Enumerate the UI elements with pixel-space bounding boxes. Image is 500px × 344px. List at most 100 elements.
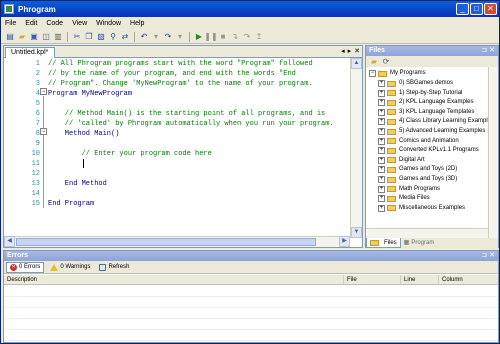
tab-program[interactable]: ▦ Program xyxy=(401,238,438,248)
save-all-icon[interactable]: ◫ xyxy=(41,32,51,42)
menu-code[interactable]: Code xyxy=(46,20,63,27)
run-icon[interactable]: ▶ xyxy=(194,32,204,42)
expand-icon[interactable]: + xyxy=(378,185,385,193)
scroll-up-icon[interactable]: ▲ xyxy=(351,58,362,69)
pin-icon[interactable]: ⊐ xyxy=(481,47,487,54)
tree-folder-item[interactable]: +0) SBGames demos xyxy=(378,79,453,88)
close-panel-icon[interactable]: ✕ xyxy=(489,47,495,54)
maximize-button[interactable]: □ xyxy=(470,3,483,15)
editor-horizontal-scrollbar[interactable]: ◀ ▶ xyxy=(4,236,350,247)
code-line[interactable]: // Program". Change 'MyNewProgram' to th… xyxy=(48,79,313,89)
tree-folder-item[interactable]: +1) Step-by-Step Tutorial xyxy=(378,89,462,98)
expand-icon[interactable]: + xyxy=(378,166,385,174)
tree-folder-item[interactable]: +4) Class Library Learning Examples xyxy=(378,117,488,126)
expand-icon[interactable]: + xyxy=(378,118,385,126)
find-icon[interactable]: ⚲ xyxy=(108,32,118,42)
expand-icon[interactable]: + xyxy=(378,137,385,145)
stop-icon[interactable]: ■ xyxy=(218,32,228,42)
save-icon[interactable]: ▣ xyxy=(29,32,39,42)
files-vertical-scrollbar[interactable] xyxy=(488,67,498,239)
tree-folder-item[interactable]: + Games and Toys (2D) xyxy=(378,165,457,174)
open-folder-icon[interactable]: ▰ xyxy=(17,32,27,42)
fold-toggle-icon[interactable]: − xyxy=(40,88,47,95)
menu-file[interactable]: File xyxy=(5,20,16,27)
code-line[interactable]: // 'called' by Phrogram automatically wh… xyxy=(48,119,334,129)
menu-help[interactable]: Help xyxy=(130,20,144,27)
minimize-button[interactable]: _ xyxy=(456,3,469,15)
expand-icon[interactable]: + xyxy=(378,80,385,87)
code-line[interactable]: // Method Main() is the starting point o… xyxy=(48,109,325,119)
redo-dropdown-icon[interactable]: ▾ xyxy=(175,32,185,42)
code-line[interactable]: // by the name of your program, and end … xyxy=(48,69,296,79)
code-line[interactable]: End Method xyxy=(48,179,107,189)
close-panel-icon[interactable]: ✕ xyxy=(489,252,495,259)
new-file-icon[interactable]: ▤ xyxy=(5,32,15,42)
files-horizontal-scrollbar[interactable] xyxy=(366,228,488,238)
expand-icon[interactable]: + xyxy=(378,147,385,155)
column-description[interactable]: Description xyxy=(4,275,344,285)
tree-folder-item[interactable]: + Media Files xyxy=(378,194,430,203)
expand-icon[interactable]: + xyxy=(378,108,385,116)
undo-dropdown-icon[interactable]: ▾ xyxy=(151,32,161,42)
expand-icon[interactable]: + xyxy=(378,89,385,97)
step-icon[interactable]: ↴ xyxy=(230,32,240,42)
menu-window[interactable]: Window xyxy=(96,20,121,27)
close-button[interactable]: ✕ xyxy=(484,3,497,15)
pause-icon[interactable]: ❚❚ xyxy=(204,32,217,42)
column-line[interactable]: Line xyxy=(401,275,439,285)
tree-folder-item[interactable]: + Miscellaneous Examples xyxy=(378,204,465,213)
expand-icon[interactable]: + xyxy=(378,128,385,135)
expand-icon[interactable]: + xyxy=(378,195,385,203)
tree-folder-item[interactable]: +3) KPL Language Templates xyxy=(378,108,474,117)
expand-icon[interactable]: + xyxy=(378,204,385,212)
code-line[interactable]: // All Phrogram programs start with the … xyxy=(48,59,313,69)
code-line[interactable]: Method Main() xyxy=(48,129,120,139)
errors-filter-button[interactable]: ✕ 0 Errors xyxy=(6,261,45,273)
column-column[interactable]: Column xyxy=(439,275,498,285)
title-bar[interactable]: Phrogram _ □ ✕ xyxy=(1,1,499,17)
fold-toggle-icon[interactable]: − xyxy=(40,128,47,135)
tree-folder-item[interactable]: + Comics and Animation xyxy=(378,137,459,146)
tab-untitled[interactable]: Untitled.kpl* xyxy=(5,47,56,58)
code-line[interactable]: End Program xyxy=(48,199,94,209)
step-out-icon[interactable]: ↥ xyxy=(254,32,264,42)
step-over-icon[interactable]: ↷ xyxy=(242,32,252,42)
tree-folder-item[interactable]: +5) Advanced Learning Examples xyxy=(378,127,485,136)
warnings-filter-button[interactable]: 0 Warnings xyxy=(47,262,93,273)
code-line[interactable]: Program MyNewProgram xyxy=(48,89,132,99)
tree-folder-item[interactable]: + Games and Toys (3D) xyxy=(378,175,457,184)
tab-files[interactable]: Files xyxy=(366,238,401,248)
menu-view[interactable]: View xyxy=(72,20,87,27)
replace-icon[interactable]: ⇄ xyxy=(120,32,130,42)
code-editor[interactable]: 1 // All Phrogram programs start with the… xyxy=(4,58,350,238)
editor-vertical-scrollbar[interactable]: ▲ ▼ xyxy=(350,58,362,238)
scroll-left-icon[interactable]: ◀ xyxy=(4,236,15,247)
tree-root[interactable]: − My Programs xyxy=(369,69,426,78)
tree-folder-item[interactable]: +2) KPL Language Examples xyxy=(378,98,474,107)
undo-icon[interactable]: ↶ xyxy=(139,32,149,42)
new-folder-icon[interactable]: ▰ xyxy=(369,57,379,67)
expand-icon[interactable]: + xyxy=(378,176,385,183)
close-tab-icon[interactable]: ✕ xyxy=(354,47,360,57)
menu-edit[interactable]: Edit xyxy=(25,20,37,27)
tree-folder-item[interactable]: + Digital Art xyxy=(378,156,425,165)
pin-icon[interactable]: ⊐ xyxy=(481,252,487,259)
scroll-thumb[interactable] xyxy=(16,238,316,246)
refresh-button[interactable]: Refresh xyxy=(96,262,132,273)
column-file[interactable]: File xyxy=(344,275,401,285)
redo-icon[interactable]: ↷ xyxy=(163,32,173,42)
collapse-icon[interactable]: − xyxy=(369,70,376,77)
refresh-files-icon[interactable]: ⟳ xyxy=(381,57,391,67)
copy-icon[interactable]: ❐ xyxy=(84,32,94,42)
expand-icon[interactable]: + xyxy=(378,99,385,107)
scroll-right-icon[interactable]: ▶ xyxy=(339,236,350,247)
tree-folder-item[interactable]: + Math Programs xyxy=(378,185,440,194)
tree-folder-item[interactable]: + Converted KPLv1.1 Programs xyxy=(378,146,479,155)
tab-scroll-left-icon[interactable]: ◂ xyxy=(341,47,345,57)
tab-scroll-right-icon[interactable]: ▸ xyxy=(348,47,352,57)
code-line[interactable]: // Enter your program code here xyxy=(48,149,212,159)
cut-icon[interactable]: ✂ xyxy=(72,32,82,42)
scroll-down-icon[interactable]: ▼ xyxy=(351,227,362,238)
print-icon[interactable]: ▥ xyxy=(53,32,63,42)
expand-icon[interactable]: + xyxy=(378,156,385,164)
